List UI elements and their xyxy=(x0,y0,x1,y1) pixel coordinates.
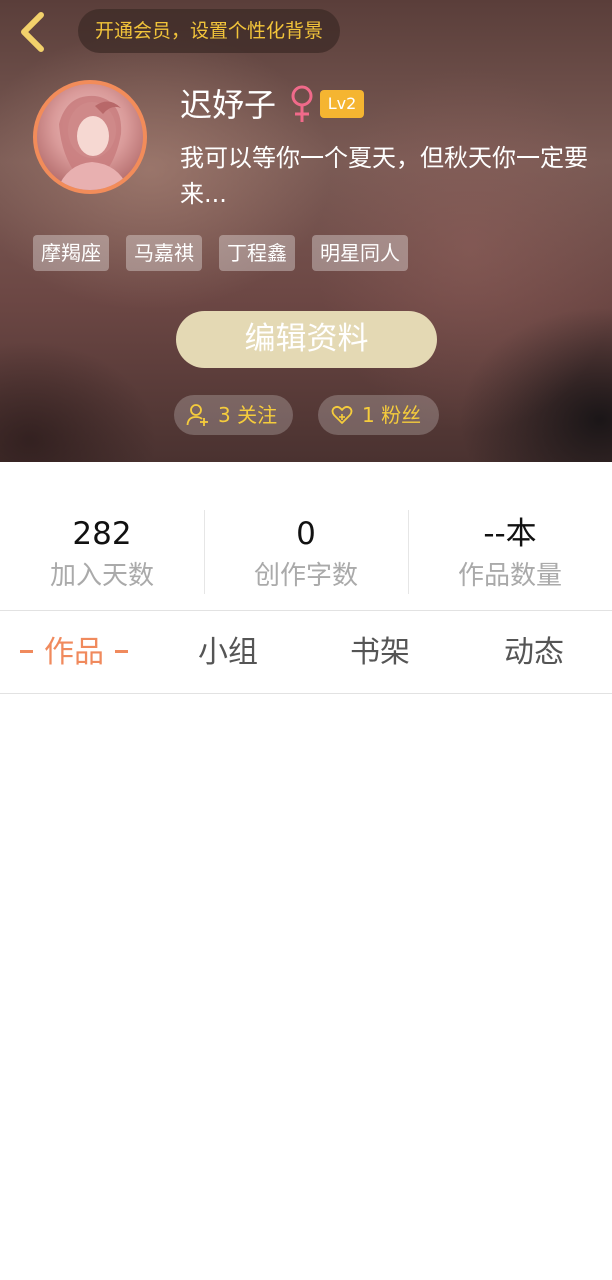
user-add-icon xyxy=(186,404,208,426)
chevron-left-icon xyxy=(21,12,44,52)
avatar-image xyxy=(57,95,129,190)
back-button[interactable] xyxy=(14,10,54,54)
active-indicator xyxy=(20,650,33,653)
tag-list: 摩羯座 马嘉祺 丁程鑫 明星同人 xyxy=(33,235,408,271)
stat-works-count: --本 作品数量 xyxy=(408,462,612,610)
profile-tabs: 作品 小组 书架 动态 xyxy=(0,610,612,694)
stat-value: 282 xyxy=(72,516,132,552)
tab-label: 作品 xyxy=(44,635,104,670)
tag-item[interactable]: 丁程鑫 xyxy=(219,235,295,271)
tab-works[interactable]: 作品 xyxy=(20,611,128,695)
following-button[interactable]: 3 关注 xyxy=(174,395,293,435)
tab-group[interactable]: 小组 xyxy=(198,611,258,695)
tab-label: 小组 xyxy=(198,635,258,670)
stat-word-count: 0 创作字数 xyxy=(204,462,408,610)
active-indicator xyxy=(115,650,128,653)
heart-add-icon xyxy=(331,405,353,424)
level-badge: Lv2 xyxy=(320,90,364,118)
tag-item[interactable]: 明星同人 xyxy=(312,235,408,271)
stats-bar: 282 加入天数 0 创作字数 --本 作品数量 xyxy=(0,462,612,610)
tag-item[interactable]: 摩羯座 xyxy=(33,235,109,271)
vip-banner[interactable]: 开通会员，设置个性化背景 xyxy=(78,9,341,53)
stat-join-days: 282 加入天数 xyxy=(0,462,204,610)
profile-header: 开通会员，设置个性化背景 迟妤子 Lv2 我可以等你一个夏天，但秋天你一定要来.… xyxy=(0,0,612,462)
edit-profile-button[interactable]: 编辑资料 xyxy=(176,311,437,368)
tab-feed[interactable]: 动态 xyxy=(504,611,564,695)
fans-button[interactable]: 1 粉丝 xyxy=(318,395,439,435)
fans-label: 1 粉丝 xyxy=(362,403,422,427)
stat-value: --本 xyxy=(483,516,537,552)
tab-content-area xyxy=(0,695,612,1280)
stat-label: 加入天数 xyxy=(49,561,154,591)
avatar[interactable] xyxy=(33,80,147,194)
tab-label: 动态 xyxy=(504,635,564,670)
signature: 我可以等你一个夏天，但秋天你一定要来... xyxy=(180,144,588,208)
stat-label: 作品数量 xyxy=(457,561,562,591)
tag-item[interactable]: 马嘉祺 xyxy=(126,235,202,271)
username: 迟妤子 xyxy=(180,86,277,124)
female-symbol-icon xyxy=(291,85,313,122)
stat-label: 创作字数 xyxy=(253,561,358,591)
tab-bookshelf[interactable]: 书架 xyxy=(350,611,410,695)
stat-value: 0 xyxy=(296,516,316,552)
following-label: 3 关注 xyxy=(218,403,278,427)
tab-label: 书架 xyxy=(350,635,410,670)
